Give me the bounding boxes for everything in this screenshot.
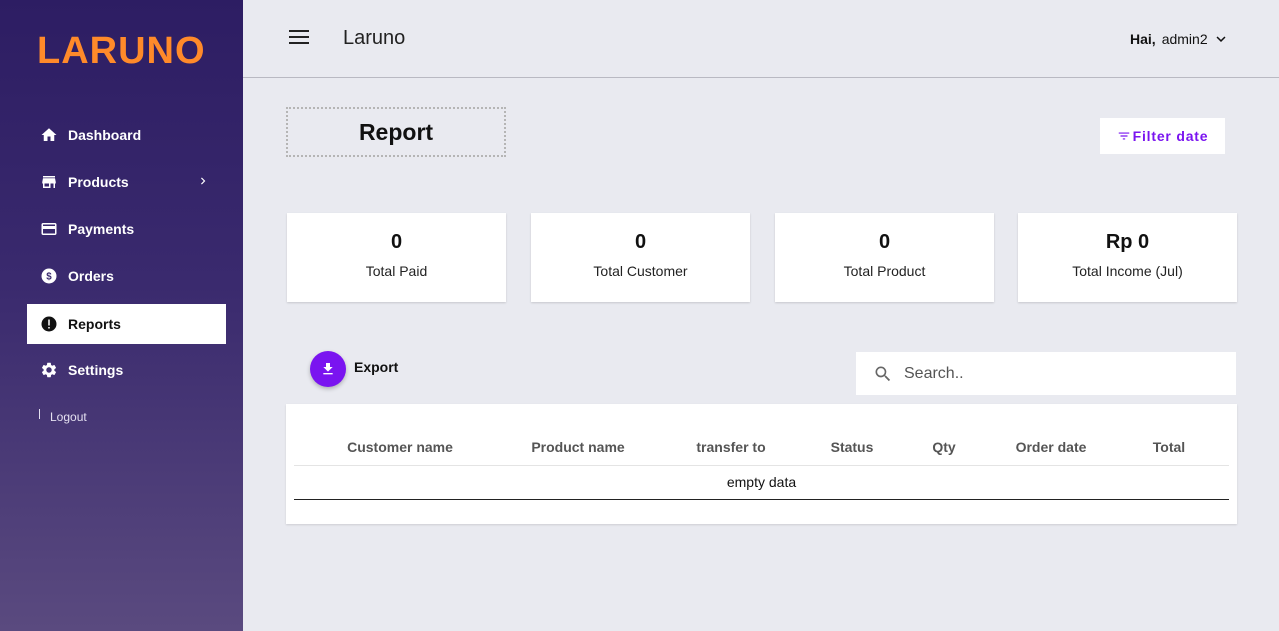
stat-label: Total Customer: [593, 263, 688, 279]
sidebar-item-settings[interactable]: Settings: [27, 350, 226, 390]
top-header: Laruno Hai, admin2: [243, 0, 1279, 78]
column-header[interactable]: Qty: [932, 439, 955, 455]
app-title: Laruno: [343, 27, 406, 49]
page-title: Report: [286, 107, 506, 157]
empty-data-row: empty data: [294, 466, 1229, 500]
sidebar-item-label: Dashboard: [68, 127, 142, 143]
search-box: [856, 352, 1236, 395]
greeting: Hai,: [1130, 31, 1156, 47]
filter-icon: [1117, 129, 1133, 143]
home-icon: [40, 126, 58, 144]
report-table: Customer name Product name transfer to S…: [286, 404, 1237, 524]
column-header[interactable]: Product name: [531, 439, 624, 455]
exclamation-circle-icon: [40, 315, 58, 333]
export-label: Export: [354, 359, 399, 375]
stat-card-total-income: Rp 0 Total Income (Jul): [1018, 213, 1237, 302]
search-input[interactable]: [904, 364, 1204, 383]
stat-value: 0: [634, 231, 647, 253]
sidebar-item-payments[interactable]: Payments: [27, 209, 226, 249]
stat-label: Total Paid: [365, 263, 428, 279]
logout-label: Logout: [50, 410, 87, 424]
credit-card-icon: [40, 220, 58, 238]
stat-label: Total Income (Jul): [1072, 263, 1183, 279]
stat-card-total-customer: 0 Total Customer: [531, 213, 750, 302]
gear-icon: [40, 361, 58, 379]
sidebar-item-label: Reports: [68, 316, 121, 332]
chevron-down-icon: [1212, 30, 1230, 48]
user-menu[interactable]: Hai, admin2: [1130, 30, 1230, 48]
logout-link[interactable]: Logout: [39, 409, 87, 424]
sidebar-item-label: Orders: [68, 268, 114, 284]
store-icon: [40, 173, 58, 191]
column-header[interactable]: Total: [1153, 439, 1185, 455]
sidebar-item-products[interactable]: Products: [27, 162, 226, 202]
column-header[interactable]: Status: [831, 439, 874, 455]
export-button[interactable]: [310, 351, 346, 387]
filter-date-label: Filter date: [1132, 128, 1209, 144]
sidebar-item-dashboard[interactable]: Dashboard: [27, 115, 226, 155]
sidebar-item-label: Settings: [68, 362, 124, 378]
stat-card-total-product: 0 Total Product: [775, 213, 994, 302]
hamburger-menu-icon[interactable]: [289, 30, 309, 46]
stat-card-total-paid: 0 Total Paid: [287, 213, 506, 302]
stat-label: Total Product: [843, 263, 926, 279]
username: admin2: [1161, 31, 1208, 47]
brand-logo[interactable]: LARUNO: [37, 30, 206, 73]
column-header[interactable]: transfer to: [696, 439, 765, 455]
column-header[interactable]: Customer name: [347, 439, 453, 455]
logout-divider: [39, 409, 40, 419]
stat-value: 0: [878, 231, 891, 253]
chevron-right-icon: [196, 174, 210, 191]
search-icon: [873, 364, 893, 384]
stat-value: 0: [390, 231, 403, 253]
sidebar-item-label: Products: [68, 174, 129, 190]
sidebar-item-reports[interactable]: Reports: [27, 304, 226, 344]
stat-value: Rp 0: [1105, 231, 1150, 253]
dollar-circle-icon: $: [40, 267, 58, 285]
sidebar-item-orders[interactable]: $ Orders: [27, 256, 226, 296]
download-icon: [320, 361, 336, 377]
sidebar-item-label: Payments: [68, 221, 135, 237]
sidebar: LARUNO Dashboard Products Payments $ Ord…: [0, 0, 243, 631]
filter-date-button[interactable]: Filter date: [1100, 118, 1225, 154]
table-header: Customer name Product name transfer to S…: [294, 404, 1229, 466]
svg-text:$: $: [46, 271, 52, 282]
column-header[interactable]: Order date: [1016, 439, 1087, 455]
